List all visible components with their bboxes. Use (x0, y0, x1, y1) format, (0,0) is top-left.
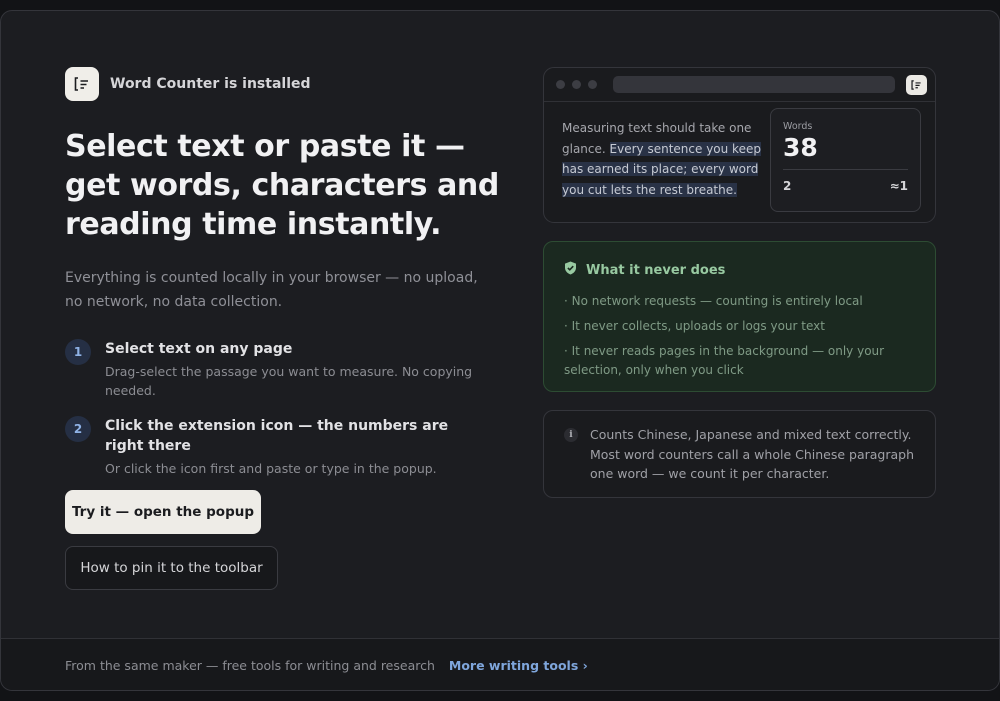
step-title: Click the extension icon — the numbers a… (105, 418, 449, 454)
privacy-card-title: What it never does (564, 261, 915, 279)
open-popup-button[interactable]: Try it — open the popup (65, 490, 261, 534)
popup-label: Words (783, 121, 813, 132)
step-title: Select text on any page (105, 341, 293, 357)
list-item: · It never collects, uploads or logs you… (564, 319, 825, 333)
privacy-list: · No network requests — counting is enti… (564, 292, 915, 380)
page-title: Select text or paste it — get words, cha… (65, 129, 499, 242)
step-2: 2 Click the extension icon — the numbers… (65, 416, 485, 478)
window-dot-icon (556, 80, 565, 89)
browser-preview: Measuring text should take one glance. E… (543, 67, 936, 223)
brand-header: Word Counter is installed (65, 67, 311, 101)
step-number: 1 (65, 339, 91, 365)
privacy-title-text: What it never does (586, 262, 726, 278)
pin-toolbar-help-button[interactable]: How to pin it to the toolbar (65, 546, 278, 590)
window-dot-icon (572, 80, 581, 89)
shield-check-icon (564, 261, 577, 279)
step-1: 1 Select text on any page Drag-select th… (65, 339, 485, 400)
word-counter-logo-icon (65, 67, 99, 101)
window-dot-icon (588, 80, 597, 89)
info-icon: i (564, 428, 578, 442)
popup-stats-row: 2 ≈1 (783, 179, 908, 193)
brand-name: Word Counter is installed (110, 76, 311, 92)
onboarding-page: Word Counter is installed Select text or… (0, 10, 1000, 691)
sentence-count-value: 2 (783, 179, 792, 193)
reading-time-value: ≈1 (889, 179, 908, 193)
browser-toolbar (544, 68, 935, 102)
footer: From the same maker — free tools for wri… (1, 638, 999, 690)
address-bar (613, 76, 895, 93)
page-subtitle: Everything is counted locally in your br… (65, 270, 478, 310)
popup-divider (783, 169, 908, 170)
privacy-card: What it never does · No network requests… (543, 241, 936, 392)
sample-passage: Measuring text should take one glance. E… (562, 118, 777, 200)
footer-text: From the same maker — free tools for wri… (65, 658, 435, 673)
cjk-info-card: i Counts Chinese, Japanese and mixed tex… (543, 410, 936, 498)
step-number: 2 (65, 416, 91, 442)
step-description: Drag-select the passage you want to meas… (105, 364, 473, 398)
more-writing-tools-link[interactable]: More writing tools › (449, 658, 588, 673)
list-item: · It never reads pages in the background… (564, 344, 885, 377)
word-count-value: 38 (783, 133, 818, 162)
info-text: Counts Chinese, Japanese and mixed text … (590, 427, 915, 481)
counter-popup-preview: Words 38 2 ≈1 (770, 108, 921, 212)
list-item: · No network requests — counting is enti… (564, 294, 863, 308)
step-description: Or click the icon first and paste or typ… (105, 461, 437, 476)
extension-icon (906, 74, 927, 95)
